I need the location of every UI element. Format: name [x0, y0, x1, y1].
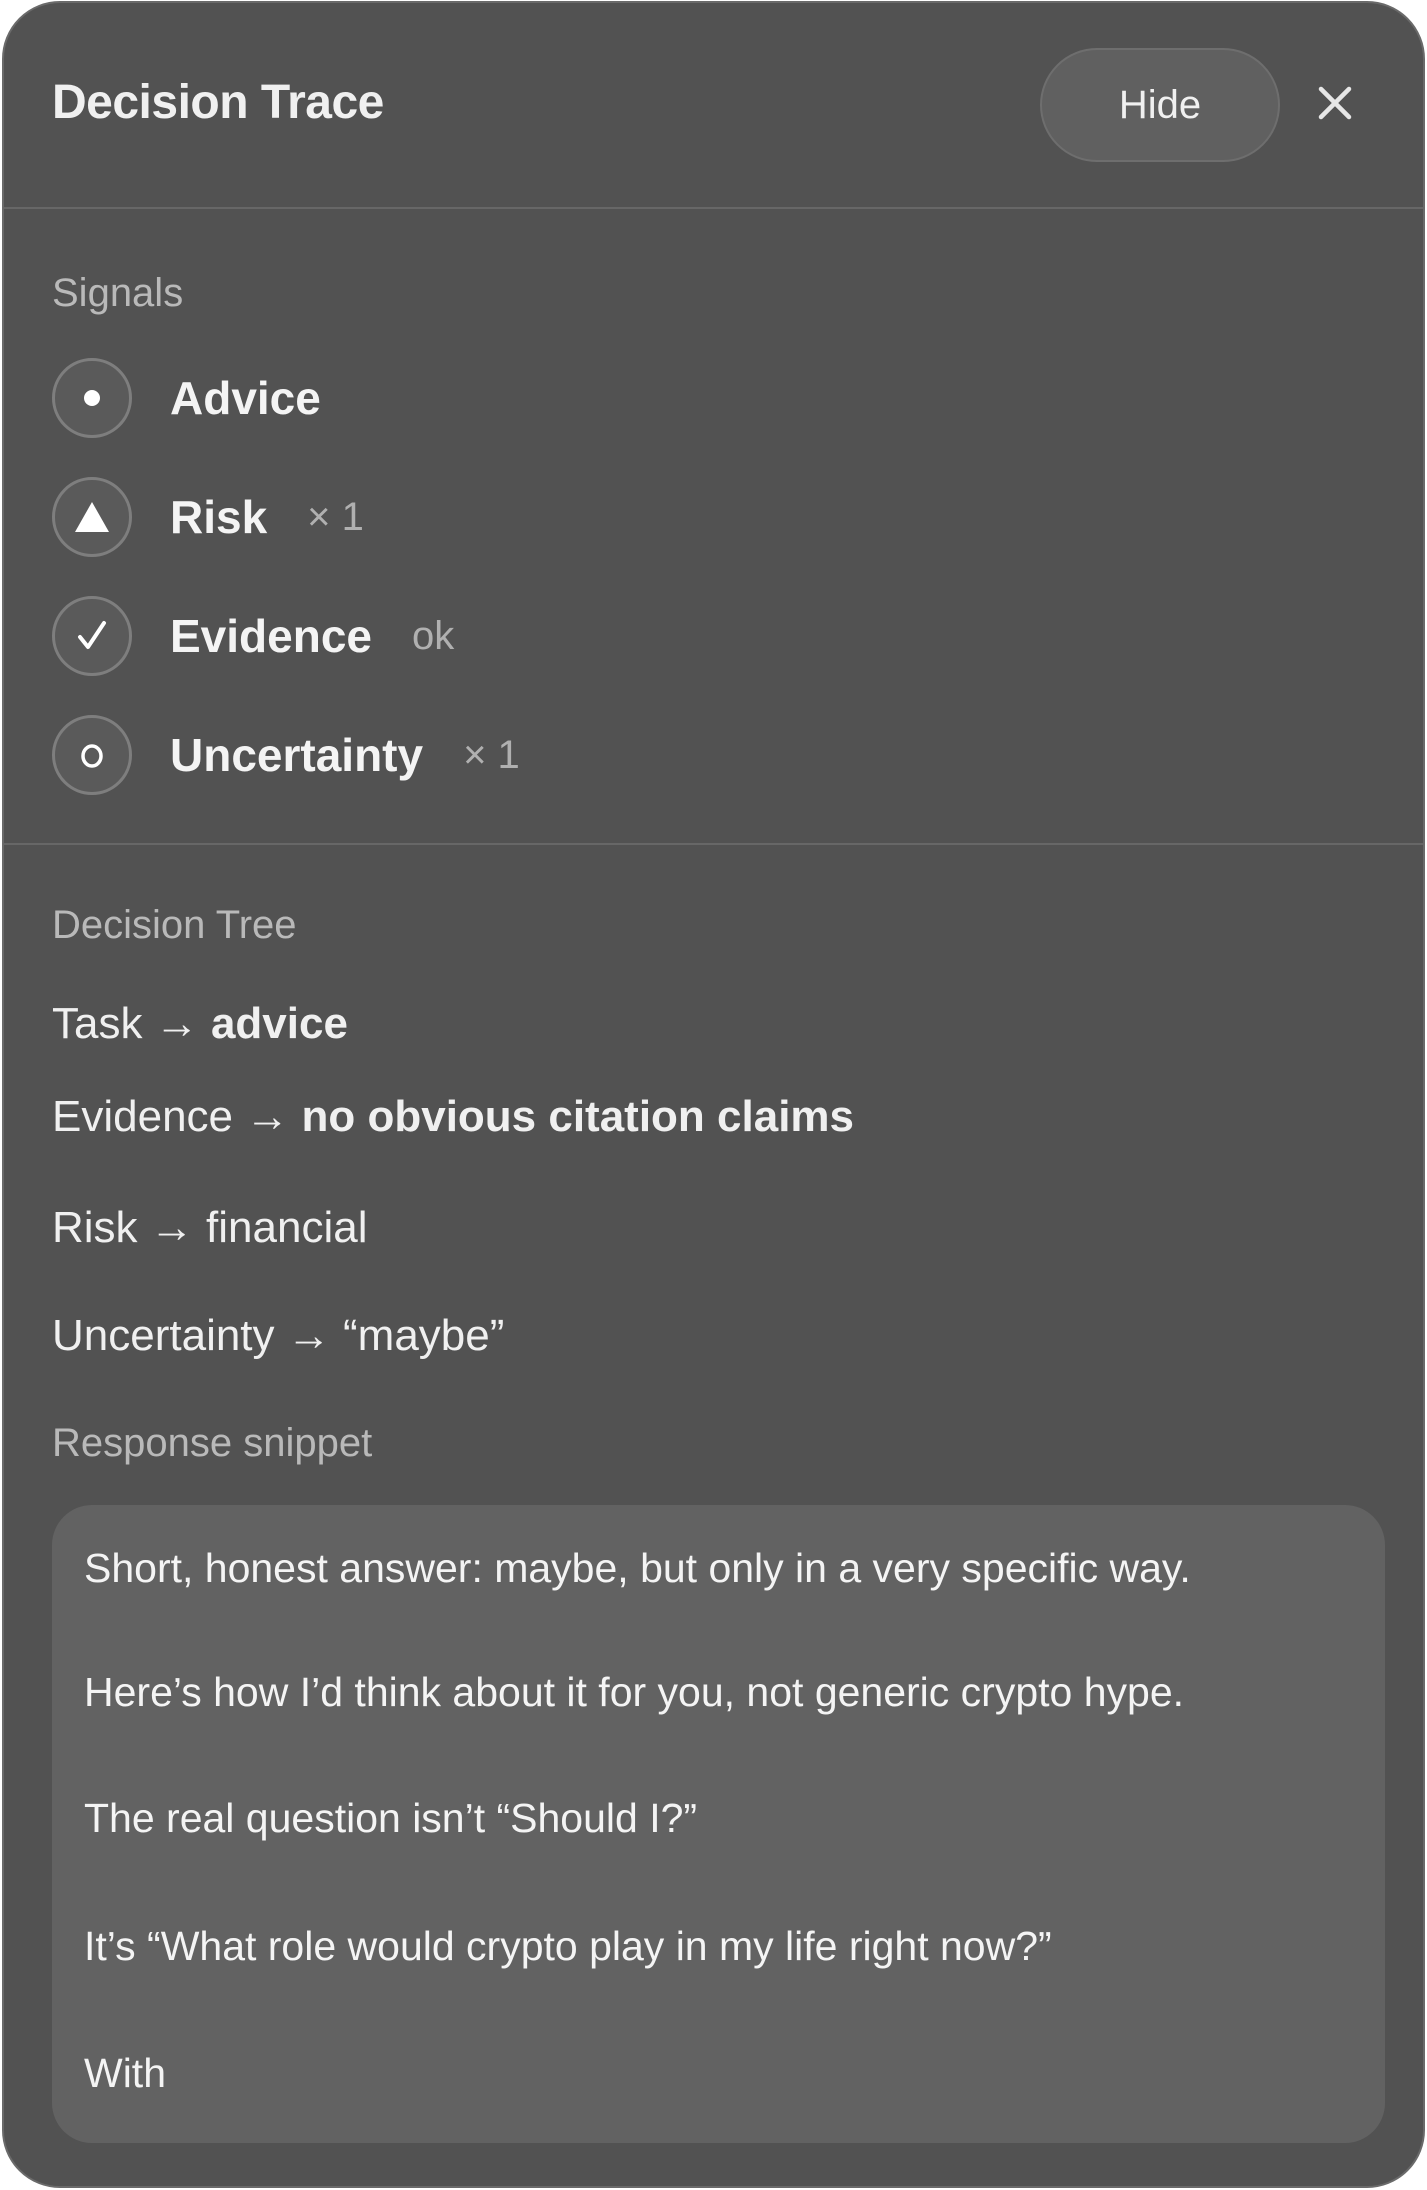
- tree-value: “maybe”: [343, 1311, 505, 1360]
- tree-value: no obvious citation claims: [301, 1092, 855, 1141]
- tree-value: financial: [206, 1203, 368, 1252]
- response-snippet-box[interactable]: Short, honest answer: maybe, but only in…: [52, 1505, 1385, 2143]
- panel-header: Decision Trace Hide: [4, 3, 1423, 209]
- snippet-line: Short, honest answer: maybe, but only in…: [84, 1545, 1191, 1591]
- signals-section: Signals Advice Risk × 1 Evidence ok Unce…: [4, 209, 1423, 845]
- signal-count: × 1: [463, 732, 520, 777]
- arrow-icon: →: [149, 1203, 194, 1252]
- panel-title: Decision Trace: [52, 76, 384, 129]
- snippet-line: The real question isn’t “Should I?”: [84, 1795, 698, 1841]
- hide-button[interactable]: Hide: [1040, 48, 1280, 162]
- signal-count: × 1: [307, 494, 364, 539]
- signal-uncertainty: Uncertainty × 1: [52, 714, 520, 796]
- response-snippet-label: Response snippet: [52, 1421, 373, 1465]
- tree-key: Uncertainty: [52, 1311, 275, 1360]
- tree-key: Risk: [52, 1203, 138, 1252]
- close-icon[interactable]: [1309, 77, 1361, 129]
- snippet-line: Here’s how I’d think about it for you, n…: [84, 1669, 1185, 1715]
- tree-row-task: Task → advice: [52, 999, 348, 1049]
- check-icon: [52, 596, 132, 676]
- signal-name: Advice: [170, 372, 321, 424]
- signals-label: Signals: [52, 271, 184, 315]
- tree-row-evidence: Evidence → no obvious citation claims: [52, 1092, 854, 1142]
- tree-key: Evidence: [52, 1092, 234, 1141]
- tree-row-uncertainty: Uncertainty → “maybe”: [52, 1311, 504, 1361]
- signal-name: Risk: [170, 491, 268, 543]
- tree-row-risk: Risk → financial: [52, 1203, 367, 1253]
- tree-key: Task: [52, 999, 143, 1048]
- signal-risk: Risk × 1: [52, 476, 364, 558]
- arrow-icon: →: [245, 1092, 290, 1141]
- arrow-icon: →: [154, 999, 199, 1048]
- snippet-line: It’s “What role would crypto play in my …: [84, 1923, 1052, 1969]
- arrow-icon: →: [286, 1311, 331, 1360]
- decision-tree-label: Decision Tree: [52, 903, 297, 947]
- signal-name: Evidence: [170, 610, 372, 662]
- tree-value: advice: [210, 999, 348, 1048]
- decision-trace-panel: Decision Trace Hide Signals Advice Risk …: [2, 1, 1425, 2188]
- snippet-line: With: [84, 2050, 166, 2096]
- signal-status: ok: [412, 613, 455, 658]
- signal-evidence: Evidence ok: [52, 595, 454, 677]
- signal-advice: Advice: [52, 357, 321, 439]
- warning-triangle-icon: [52, 477, 132, 557]
- dot-icon: [52, 358, 132, 438]
- circle-o-icon: [52, 715, 132, 795]
- signal-name: Uncertainty: [170, 729, 424, 781]
